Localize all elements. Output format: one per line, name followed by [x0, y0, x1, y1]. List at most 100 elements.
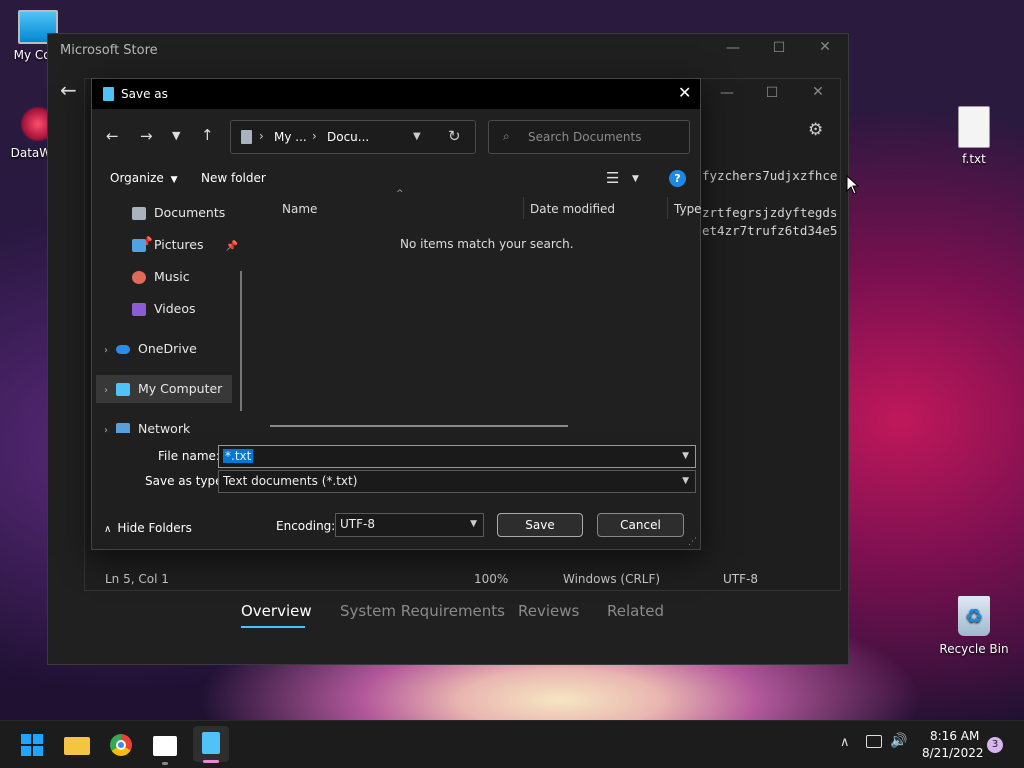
- dialog-titlebar: Save as ✕: [92, 79, 700, 109]
- tree-item-pictures[interactable]: Pictures 📌: [132, 231, 238, 259]
- videos-icon: [132, 303, 146, 316]
- minimize-button[interactable]: —: [718, 40, 748, 56]
- save-as-dialog: Save as ✕ ← → ▼ ↑ › My ... › Docu... ▼ ↻…: [91, 78, 702, 550]
- folder-icon: [64, 737, 90, 755]
- line-ending: Windows (CRLF): [563, 572, 661, 586]
- minimize-button[interactable]: —: [712, 85, 742, 101]
- close-button[interactable]: ✕: [810, 39, 840, 55]
- clock-date[interactable]: 8/21/2022: [922, 746, 984, 760]
- tree-item-music[interactable]: Music: [132, 263, 190, 291]
- tree-item-network[interactable]: › Network: [104, 415, 190, 433]
- music-icon: [132, 271, 146, 284]
- tree-item-label: OneDrive: [138, 341, 197, 356]
- expand-chevron-icon: ›: [104, 425, 108, 433]
- chevron-up-icon[interactable]: ∧: [840, 735, 850, 750]
- column-header-date[interactable]: Date modified: [530, 202, 615, 216]
- save-type-select[interactable]: Text documents (*.txt) ▼: [218, 470, 696, 493]
- recent-locations-chevron-icon[interactable]: ▼: [172, 129, 180, 142]
- tree-item-documents[interactable]: Documents📌: [132, 199, 242, 248]
- new-folder-button[interactable]: New folder: [201, 171, 266, 185]
- notepad-button[interactable]: [193, 726, 229, 763]
- chevron-down-icon[interactable]: ▼: [632, 174, 639, 184]
- windows-logo-icon: [21, 734, 43, 756]
- column-header-type[interactable]: Type: [674, 202, 702, 216]
- monitor-icon: [116, 383, 130, 396]
- microsoft-store-button[interactable]: [151, 731, 179, 765]
- chevron-down-icon: ▼: [170, 175, 178, 185]
- volume-icon[interactable]: 🔊: [890, 733, 907, 749]
- tree-item-label: My Computer: [138, 381, 223, 396]
- encoding-select[interactable]: UTF-8 ▼: [335, 513, 484, 537]
- breadcrumb-item[interactable]: My ...: [274, 130, 307, 144]
- tree-item-my-computer[interactable]: › My Computer: [96, 375, 232, 403]
- column-header-name[interactable]: Name: [282, 202, 317, 216]
- encoding-value: UTF-8: [340, 517, 375, 531]
- help-icon[interactable]: ?: [669, 170, 686, 187]
- tab-overview[interactable]: Overview: [241, 602, 312, 620]
- tree-item-label: Documents: [154, 205, 226, 220]
- sort-up-icon: ^: [396, 189, 404, 199]
- settings-gear-icon[interactable]: ⚙: [808, 120, 823, 140]
- tab-reviews[interactable]: Reviews: [518, 602, 579, 620]
- file-list: ^ Name Date modified Type No items match…: [250, 189, 702, 433]
- back-arrow-icon[interactable]: ←: [60, 78, 77, 102]
- store-bag-icon: [153, 736, 177, 756]
- chrome-button[interactable]: [107, 731, 135, 759]
- status-bar: Ln 5, Col 1 100% Windows (CRLF) UTF-8: [85, 567, 842, 591]
- column-divider: [667, 197, 668, 219]
- chrome-icon: [110, 734, 132, 756]
- documents-icon: [241, 130, 252, 144]
- forward-arrow-icon[interactable]: →: [140, 127, 153, 145]
- file-name-input[interactable]: *.txt ▼: [218, 445, 696, 468]
- tree-item-onedrive[interactable]: › OneDrive: [104, 335, 197, 363]
- breadcrumb-item[interactable]: Docu...: [327, 130, 369, 144]
- close-button[interactable]: ✕: [678, 83, 691, 102]
- chevron-down-icon: ▼: [470, 519, 477, 529]
- file-name-value: *.txt: [223, 449, 254, 463]
- file-explorer-button[interactable]: [63, 731, 91, 759]
- resize-grip-icon[interactable]: ⋰: [688, 537, 697, 547]
- navigation-scrollbar[interactable]: [240, 271, 242, 411]
- pin-icon: 📌: [225, 241, 238, 252]
- maximize-button[interactable]: ☐: [757, 85, 787, 101]
- desktop-icon-recycle-bin[interactable]: ♻ Recycle Bin: [936, 596, 1012, 656]
- encoding-label: Encoding:: [276, 519, 336, 533]
- running-indicator: [162, 762, 168, 765]
- organize-button[interactable]: Organize ▼: [110, 171, 178, 185]
- horizontal-scrollbar[interactable]: [270, 425, 568, 427]
- search-icon: ⌕: [503, 129, 510, 143]
- text-line: fyzchers7udjxzfhce: [702, 168, 838, 183]
- network-icon[interactable]: [866, 735, 882, 748]
- notepad-icon: [103, 87, 114, 101]
- maximize-button[interactable]: ☐: [764, 40, 794, 56]
- close-button[interactable]: ✕: [803, 84, 833, 100]
- notification-badge[interactable]: 3: [987, 737, 1003, 753]
- search-placeholder: Search Documents: [528, 130, 642, 144]
- desktop-icon-f-txt[interactable]: f.txt: [936, 106, 1012, 166]
- cancel-button[interactable]: Cancel: [597, 513, 684, 537]
- tree-item-videos[interactable]: Videos: [132, 295, 196, 323]
- cursor-position: Ln 5, Col 1: [105, 572, 169, 586]
- start-button[interactable]: [19, 731, 47, 759]
- cloud-icon: [116, 345, 130, 354]
- hide-folders-button[interactable]: ∧ Hide Folders: [104, 521, 192, 535]
- back-arrow-icon[interactable]: ←: [106, 127, 119, 145]
- refresh-icon[interactable]: ↻: [448, 127, 461, 145]
- view-options-icon[interactable]: ☰: [606, 169, 619, 187]
- mouse-pointer-icon: [846, 175, 860, 195]
- text-line: et4zr7trufz6td34e5: [702, 223, 838, 238]
- clock-time[interactable]: 8:16 AM: [930, 729, 979, 743]
- chevron-up-icon: ∧: [104, 524, 112, 535]
- tab-underline: [241, 626, 305, 628]
- taskbar: ∧ 🔊 8:16 AM 8/21/2022 3: [0, 720, 1024, 768]
- save-button[interactable]: Save: [497, 513, 583, 537]
- tab-system-requirements[interactable]: System Requirements: [340, 602, 505, 620]
- up-arrow-icon[interactable]: ↑: [201, 126, 214, 144]
- pictures-icon: [132, 239, 146, 252]
- active-indicator: [203, 760, 219, 763]
- search-box[interactable]: ⌕ Search Documents: [488, 120, 690, 154]
- address-bar[interactable]: › My ... › Docu... ▼ ↻: [230, 120, 476, 154]
- tab-related[interactable]: Related: [607, 602, 664, 620]
- tree-item-label: Videos: [154, 301, 196, 316]
- chevron-down-icon[interactable]: ▼: [413, 131, 421, 142]
